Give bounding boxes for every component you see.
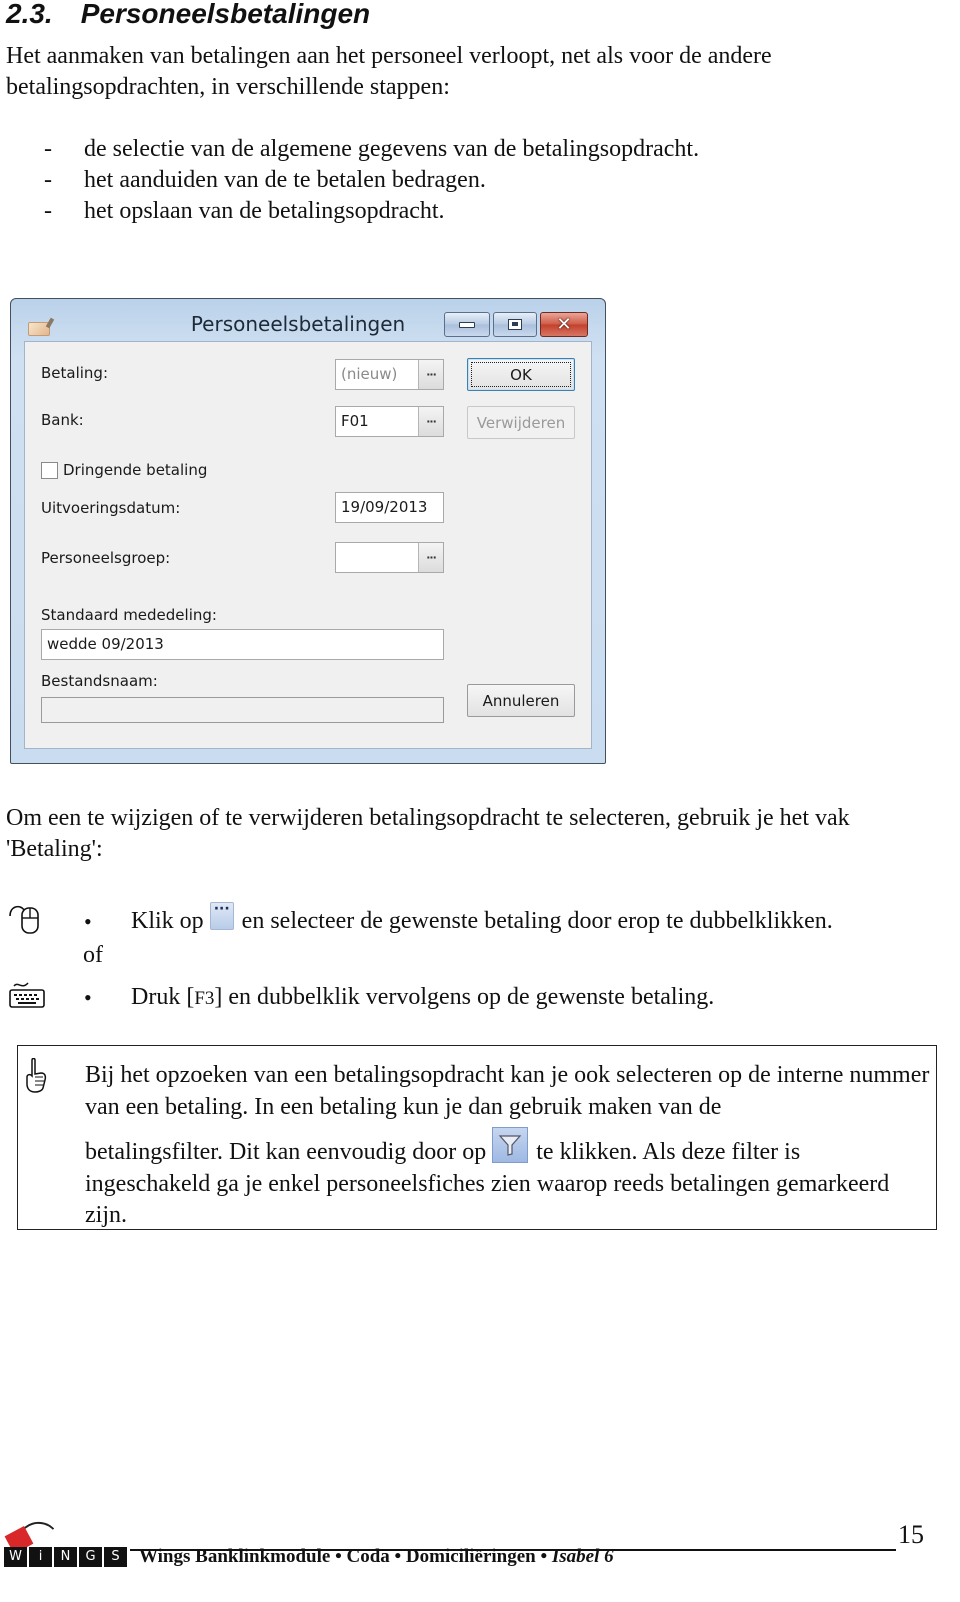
ok-button[interactable]: OK xyxy=(467,358,575,391)
betaling-browse-button[interactable]: ··· xyxy=(418,360,443,389)
logo-letter: W xyxy=(4,1547,27,1567)
note-before-icon: betalingsfilter. Dit kan eenvoudig door … xyxy=(85,1139,487,1165)
mouse-instruction-after: en selecteer de gewenste betaling door e… xyxy=(241,908,833,934)
verwijderen-button[interactable]: Verwijderen xyxy=(467,406,575,439)
personeelsbetalingen-dialog: Personeelsbetalingen ✕ Betaling: (nieuw)… xyxy=(10,298,606,764)
mouse-instruction: Klik op en selecteer de gewenste betalin… xyxy=(131,901,833,937)
bank-browse-button[interactable]: ··· xyxy=(418,407,443,436)
betaling-field[interactable]: (nieuw) ··· xyxy=(335,359,444,390)
footer-text-main: Wings Banklinkmodule • Coda • Domiciliër… xyxy=(139,1546,552,1567)
footer-text-italic: Isabel 6 xyxy=(551,1546,614,1567)
bank-label: Bank: xyxy=(41,411,84,429)
footer-text: Wings Banklinkmodule • Coda • Domiciliër… xyxy=(139,1546,614,1568)
note-line-filter: betalingsfilter. Dit kan eenvoudig door … xyxy=(85,1127,930,1232)
bullet: • xyxy=(84,985,92,1010)
note-line1: Bij het opzoeken van een betalingsopdrac… xyxy=(85,1062,930,1120)
mededeling-label: Standaard mededeling: xyxy=(41,606,217,624)
browse-button-icon xyxy=(209,901,234,930)
steps-list: - de selectie van de algemene gegevens va… xyxy=(44,134,699,227)
close-button[interactable]: ✕ xyxy=(540,312,588,337)
personeelsgroep-browse-button[interactable]: ··· xyxy=(418,543,443,572)
keyboard-instruction-after: ] en dubbelklik vervolgens op de gewenst… xyxy=(214,984,715,1010)
logo-letter: S xyxy=(104,1547,127,1567)
minimize-icon xyxy=(459,321,475,328)
focus-ring xyxy=(471,362,571,387)
betaling-value: (nieuw) xyxy=(341,365,398,383)
step-marker: - xyxy=(44,198,52,224)
uitvoeringsdatum-field[interactable]: 19/09/2013 xyxy=(335,492,444,523)
bullet: • xyxy=(84,909,92,934)
select-paragraph: Om een te wijzigen of te verwijderen bet… xyxy=(6,805,850,862)
mouse-instruction-before: Klik op xyxy=(131,908,204,934)
wings-logo: W i N G S xyxy=(4,1512,132,1568)
step-item: - het opslaan van de betalingsopdracht. xyxy=(44,196,699,227)
step-marker: - xyxy=(44,167,52,193)
pointing-hand-icon xyxy=(26,1058,47,1093)
annuleren-button[interactable]: Annuleren xyxy=(467,684,575,717)
keyboard-instruction-before: Druk [ xyxy=(131,984,195,1010)
note-text: Bij het opzoeken van een betalingsopdrac… xyxy=(85,1060,930,1232)
step-text: de selectie van de algemene gegevens van… xyxy=(84,136,700,162)
minimize-button[interactable] xyxy=(444,312,490,337)
mededeling-value: wedde 09/2013 xyxy=(47,635,164,653)
page-number: 15 xyxy=(898,1520,924,1549)
or-text: of xyxy=(83,942,103,968)
logo-letter: G xyxy=(79,1547,102,1567)
mededeling-field[interactable]: wedde 09/2013 xyxy=(41,629,444,660)
step-marker: - xyxy=(44,136,52,162)
note-box: Bij het opzoeken van een betalingsopdrac… xyxy=(17,1045,937,1230)
mouse-icon xyxy=(9,905,39,934)
maximize-icon xyxy=(508,319,522,330)
logo-letter: N xyxy=(54,1547,77,1567)
step-item: - het aanduiden van de te betalen bedrage… xyxy=(44,165,699,196)
step-text: het aanduiden van de te betalen bedragen… xyxy=(84,167,486,193)
intro-paragraph: Het aanmaken van betalingen aan het pers… xyxy=(6,43,772,100)
personeelsgroep-label: Personeelsgroep: xyxy=(41,549,171,567)
dialog-body: Betaling: (nieuw) ··· OK Bank: F01 ··· V… xyxy=(24,341,592,749)
maximize-button[interactable] xyxy=(493,312,537,337)
section-title: Personeelsbetalingen xyxy=(80,0,371,29)
personeelsgroep-field[interactable]: ··· xyxy=(335,542,444,573)
dringende-betaling-checkbox[interactable] xyxy=(41,462,58,479)
bank-value: F01 xyxy=(341,412,369,430)
f3-key: F3 xyxy=(194,988,215,1009)
section-heading: 2.3. Personeelsbetalingen xyxy=(6,0,370,30)
bestandsnaam-label: Bestandsnaam: xyxy=(41,672,158,690)
uitvoeringsdatum-value: 19/09/2013 xyxy=(341,498,428,516)
section-number: 2.3. xyxy=(6,0,53,29)
logo-letter: i xyxy=(29,1547,52,1567)
keyboard-instruction: Druk [F3] en dubbelklik vervolgens op de… xyxy=(131,982,714,1014)
dringende-betaling-label: Dringende betaling xyxy=(63,461,208,479)
bank-field[interactable]: F01 ··· xyxy=(335,406,444,437)
close-icon: ✕ xyxy=(556,313,572,335)
uitvoeringsdatum-label: Uitvoeringsdatum: xyxy=(41,499,181,517)
bestandsnaam-field[interactable] xyxy=(41,697,444,723)
filter-icon xyxy=(492,1127,529,1163)
step-item: - de selectie van de algemene gegevens va… xyxy=(44,134,699,165)
betaling-label: Betaling: xyxy=(41,364,109,382)
keyboard-icon xyxy=(9,982,45,1008)
step-text: het opslaan van de betalingsopdracht. xyxy=(84,198,445,224)
